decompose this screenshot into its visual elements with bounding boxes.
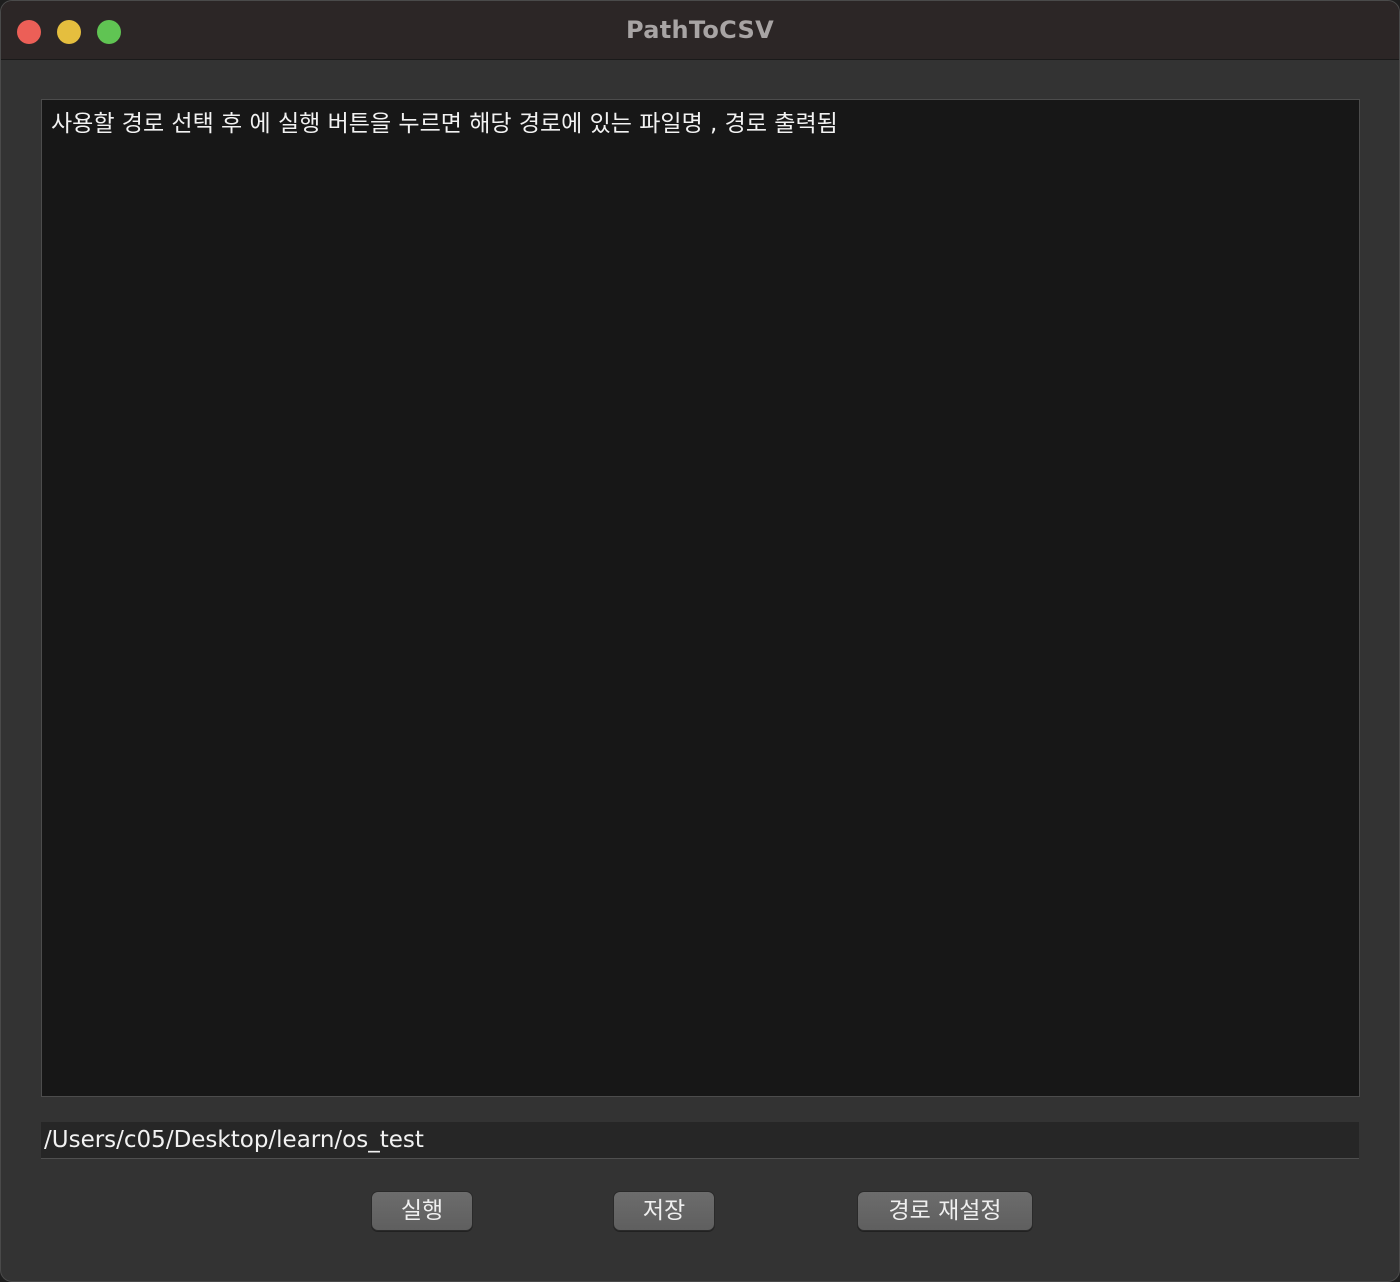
run-button[interactable]: 실행 <box>371 1191 473 1231</box>
reset-path-button[interactable]: 경로 재설정 <box>857 1191 1033 1231</box>
app-window: PathToCSV 사용할 경로 선택 후 에 실행 버튼을 누르면 해당 경로… <box>0 0 1400 1282</box>
output-text-area[interactable]: 사용할 경로 선택 후 에 실행 버튼을 누르면 해당 경로에 있는 파일명 ,… <box>41 99 1360 1097</box>
title-bar[interactable]: PathToCSV <box>1 1 1399 60</box>
path-input[interactable] <box>41 1122 1359 1159</box>
save-button[interactable]: 저장 <box>613 1191 715 1231</box>
window-title: PathToCSV <box>626 16 774 44</box>
